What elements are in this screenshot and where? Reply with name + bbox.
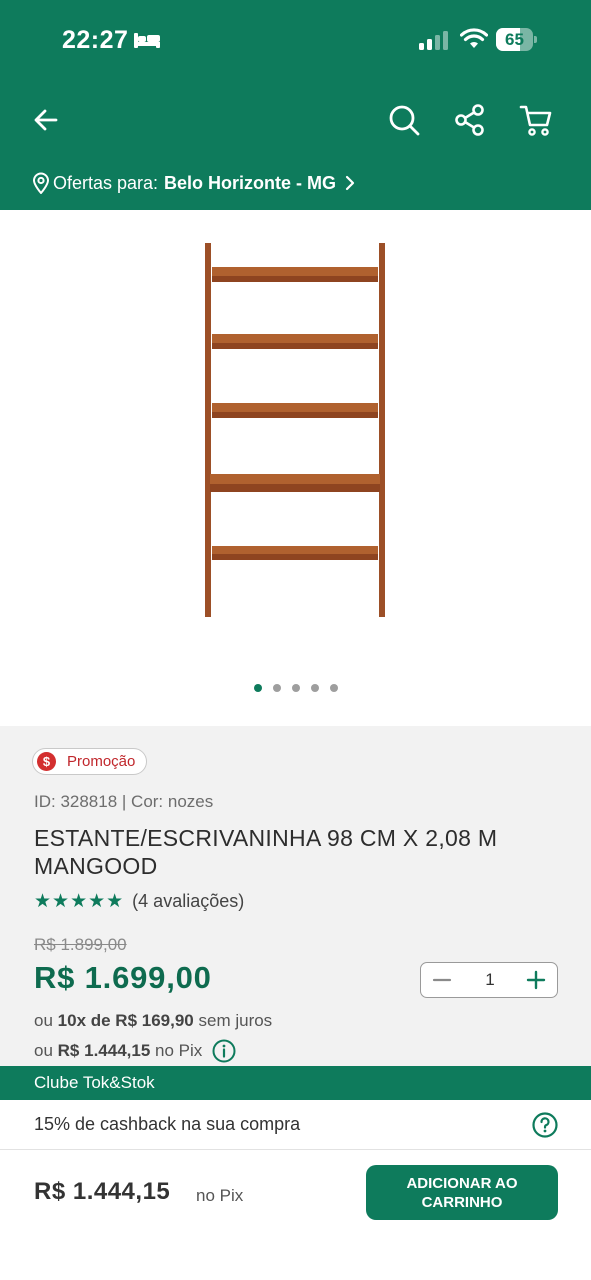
share-icon: [455, 104, 484, 136]
sleep-bed-icon: [134, 33, 160, 48]
arrow-left-icon: [34, 109, 58, 131]
location-prefix: Ofertas para:: [53, 172, 159, 193]
dollar-icon: $: [37, 752, 56, 771]
cellular-signal-icon: [419, 31, 448, 50]
pix-price-info: ou R$ 1.444,15 no Pix: [34, 1039, 236, 1063]
delivery-location[interactable]: Ofertas para: Belo Horizonte - MG: [32, 170, 356, 196]
promo-badge: $ Promoção: [32, 748, 148, 775]
search-button[interactable]: [384, 100, 424, 140]
installments-suffix: sem juros: [198, 1011, 273, 1030]
promo-label: Promoção: [67, 753, 136, 770]
gallery-dot[interactable]: [329, 684, 338, 692]
cashback-row: 15% de cashback na sua compra: [0, 1100, 591, 1150]
battery-body: 65: [496, 28, 533, 51]
installments-info: ou 10x de R$ 169,90 sem juros: [34, 1011, 272, 1031]
pix-prefix: ou: [34, 1041, 53, 1060]
cart-icon: [519, 105, 552, 136]
footer-pix-price: R$ 1.444,15: [34, 1178, 171, 1205]
old-price: R$ 1.899,00: [34, 935, 127, 954]
cashback-text: 15% de cashback na sua compra: [34, 1114, 301, 1134]
product-title: ESTANTE/ESCRIVANINHA 98 CM X 2,08 M MANG…: [34, 825, 498, 879]
minus-icon: [432, 978, 452, 982]
top-nav: [0, 96, 591, 146]
location-pin-icon: [32, 172, 50, 194]
status-bar: 22:27 65: [0, 0, 591, 80]
current-price: R$ 1.699,00: [34, 960, 212, 995]
back-button[interactable]: [26, 100, 66, 140]
plus-icon: [526, 970, 546, 990]
product-gallery[interactable]: [0, 210, 591, 726]
location-city: Belo Horizonte - MG: [164, 172, 337, 193]
ladder-shelf-illustration: [205, 243, 385, 617]
quantity-value[interactable]: 1: [471, 963, 509, 996]
chevron-right-icon: [345, 175, 355, 191]
search-icon: [389, 105, 420, 136]
gallery-pagination[interactable]: [0, 684, 591, 692]
increase-quantity-button[interactable]: [521, 965, 551, 995]
gallery-dot[interactable]: [310, 684, 319, 692]
gallery-dot[interactable]: [272, 684, 281, 692]
gallery-dot[interactable]: [253, 684, 262, 692]
purchase-footer: R$ 1.444,15 no Pix ADICIONAR AO CARRINHO: [0, 1150, 591, 1280]
battery-indicator: 65: [496, 28, 537, 51]
star-rating-icon: ★★★★★: [34, 891, 125, 912]
help-icon[interactable]: [532, 1112, 558, 1138]
quantity-stepper: 1: [420, 962, 558, 998]
status-time: 22:27: [62, 26, 129, 54]
product-id: ID: 328818 | Cor: nozes: [34, 792, 214, 811]
product-info: $ Promoção ID: 328818 | Cor: nozes ESTAN…: [0, 726, 591, 1066]
decrease-quantity-button[interactable]: [427, 965, 457, 995]
installments-prefix: ou: [34, 1011, 53, 1030]
app-header: 22:27 65 Ofertas para: Belo Horizonte - …: [0, 0, 591, 210]
share-button[interactable]: [450, 100, 490, 140]
product-rating[interactable]: ★★★★★ (4 avaliações): [34, 890, 244, 913]
battery-cap: [534, 36, 537, 43]
club-banner: Clube Tok&Stok: [0, 1066, 591, 1100]
installments-value: 10x de R$ 169,90: [57, 1011, 194, 1030]
rating-count: (4 avaliações): [132, 891, 245, 911]
cart-button[interactable]: [516, 100, 556, 140]
wifi-icon: [460, 28, 488, 48]
battery-percent: 65: [505, 30, 524, 49]
product-image[interactable]: [200, 240, 390, 620]
gallery-dot[interactable]: [291, 684, 300, 692]
pix-suffix: no Pix: [155, 1041, 203, 1060]
info-icon[interactable]: [212, 1039, 236, 1063]
pix-value: R$ 1.444,15: [57, 1041, 151, 1060]
footer-pix-label: no Pix: [196, 1186, 244, 1205]
add-to-cart-button[interactable]: ADICIONAR AO CARRINHO: [366, 1165, 558, 1220]
